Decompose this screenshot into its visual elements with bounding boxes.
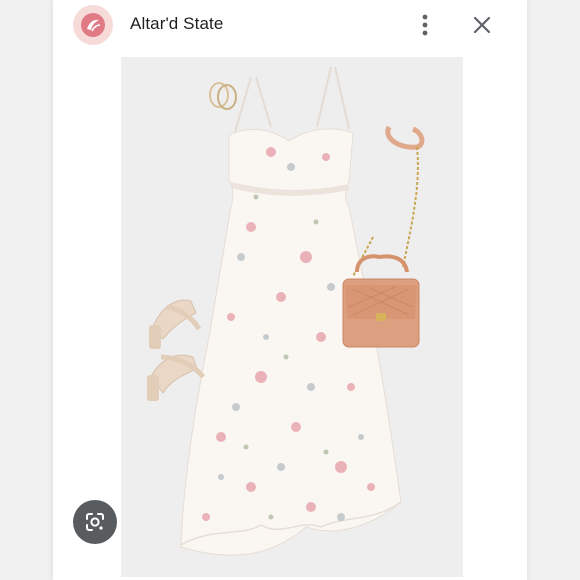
screen: Altar'd State	[0, 0, 580, 580]
google-lens-icon	[86, 513, 104, 531]
more-vert-icon	[422, 14, 428, 36]
close-button[interactable]	[469, 12, 495, 38]
source-title[interactable]: Altar'd State	[130, 14, 223, 34]
image-viewer-card: Altar'd State	[53, 0, 527, 580]
image-preview-area	[53, 52, 527, 580]
product-photo[interactable]	[121, 57, 463, 577]
viewer-header: Altar'd State	[53, 0, 527, 52]
google-lens-button[interactable]	[73, 500, 117, 544]
more-options-button[interactable]	[413, 10, 437, 40]
close-icon	[473, 16, 491, 34]
altard-state-logo-icon[interactable]	[73, 5, 113, 45]
